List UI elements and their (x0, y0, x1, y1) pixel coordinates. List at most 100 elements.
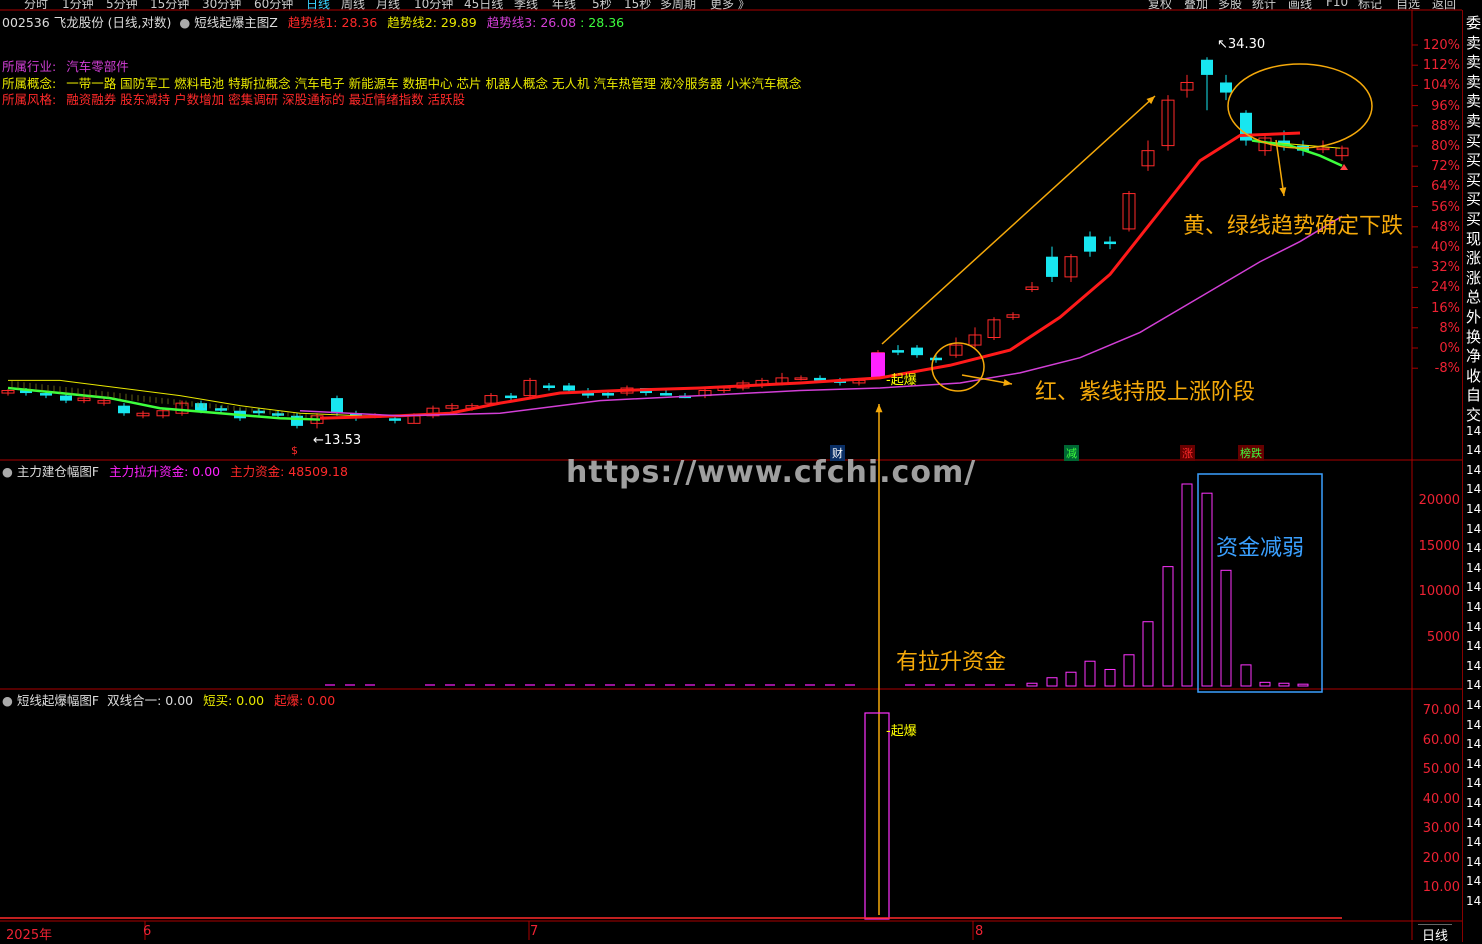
arrow-funds-head (875, 404, 883, 413)
sidebar-cell[interactable]: 涨 (1466, 247, 1481, 268)
sidebar-cell[interactable]: 涨 (1466, 267, 1481, 288)
panel2-axis-tick: 15000 (1418, 538, 1460, 554)
sidebar-cell[interactable]: 换 (1466, 326, 1481, 347)
sidebar-cell[interactable]: 委 (1466, 12, 1481, 33)
panel2-axis-tick: 5000 (1426, 629, 1460, 645)
fund-bar (1104, 668, 1116, 687)
marker-bang[interactable]: 榜跌 (1238, 445, 1264, 461)
arrow-rise (881, 95, 1156, 345)
price-axis-tick: 40% (1431, 240, 1460, 255)
panel3-axis-tick: 30.00 (1422, 821, 1460, 836)
candle-body-down (505, 395, 517, 399)
sidebar-cell[interactable]: 14 (1466, 678, 1481, 692)
sidebar-cell[interactable]: 14 (1466, 600, 1481, 614)
annotation-uptrend: 红、紫线持股上涨阶段 (1035, 380, 1256, 405)
sidebar-cell[interactable]: 14 (1466, 541, 1481, 555)
panel2-name[interactable]: 主力建仓幅图F (17, 464, 99, 479)
candle-body-down (543, 385, 555, 388)
sidebar-cell[interactable]: 买 (1466, 149, 1481, 170)
sidebar-cell[interactable]: 卖 (1466, 51, 1481, 72)
price-axis-tick: 80% (1431, 139, 1460, 154)
sidebar-cell[interactable]: 14 (1466, 718, 1481, 732)
sidebar-cell[interactable]: 14 (1466, 482, 1481, 496)
sidebar-cell[interactable]: 14 (1466, 620, 1481, 634)
sidebar-cell[interactable]: 外 (1466, 306, 1481, 327)
sidebar-cell[interactable]: 卖 (1466, 71, 1481, 92)
annotation-ellipse-top (1227, 63, 1373, 149)
candle-body-down (60, 395, 72, 401)
fund-bar (1181, 483, 1193, 687)
sidebar-cell[interactable]: 总 (1466, 286, 1481, 307)
panel2-header: ● 主力建仓幅图F 主力拉升资金: 0.00 主力资金: 48509.18 (2, 461, 348, 480)
burst-label-panel3-text: 起爆 (890, 724, 917, 739)
candle-body-down (1046, 256, 1058, 277)
sidebar-cell[interactable]: 14 (1466, 776, 1481, 790)
price-axis-tick: 104% (1422, 78, 1460, 94)
sidebar-cell[interactable]: 14 (1466, 855, 1481, 869)
annotation-weak-funds: 资金减弱 (1216, 536, 1305, 561)
candle-body-down (195, 403, 207, 411)
date-label-aug: 8 (975, 924, 984, 939)
fund-bar (1297, 683, 1309, 687)
sidebar-cell[interactable]: 14 (1466, 816, 1481, 830)
sidebar-cell[interactable]: 净 (1466, 345, 1481, 366)
sidebar-cell[interactable]: 14 (1466, 698, 1481, 712)
marker-s[interactable]: $ (289, 444, 300, 457)
panel3-value-c: 起爆: 0.00 (274, 693, 336, 708)
price-axis-tick: 96% (1431, 98, 1460, 114)
sidebar-cell[interactable]: 交 (1466, 404, 1481, 425)
sidebar-cell[interactable]: 14 (1466, 502, 1481, 516)
date-label-year: 2025年 (6, 928, 53, 943)
fund-bar (1084, 660, 1096, 687)
sidebar-cell[interactable]: 14 (1466, 639, 1481, 653)
marker-jian[interactable]: 减 (1064, 445, 1079, 461)
sidebar-cell[interactable]: 14 (1466, 443, 1481, 457)
sidebar-cell[interactable]: 卖 (1466, 32, 1481, 53)
sidebar-cell[interactable]: 卖 (1466, 90, 1481, 111)
panel2-axis-tick: 20000 (1418, 493, 1460, 508)
sidebar-cell[interactable]: 收 (1466, 365, 1481, 386)
candle-body-down (911, 347, 923, 356)
sidebar-cell[interactable]: 14 (1466, 757, 1481, 771)
price-axis-tick: 112% (1422, 58, 1460, 74)
sidebar-cell[interactable]: 14 (1466, 561, 1481, 575)
sidebar-cell[interactable]: 14 (1466, 874, 1481, 888)
price-axis-tick: 72% (1431, 159, 1460, 175)
sidebar-cell[interactable]: 现 (1466, 228, 1481, 249)
panel2-value-b: 主力资金: 48509.18 (230, 464, 348, 479)
period-bottom-tab[interactable]: 日线 (1418, 924, 1453, 944)
sidebar-cell[interactable]: 自 (1466, 384, 1481, 405)
sidebar-cell[interactable]: 卖 (1466, 110, 1481, 131)
fund-bar (1259, 681, 1271, 687)
sidebar-cell[interactable]: 14 (1466, 796, 1481, 810)
marker-zhang[interactable]: 涨 (1180, 445, 1195, 461)
sidebar-cell[interactable]: 买 (1466, 188, 1481, 209)
panel3-toggle-icon[interactable]: ● (2, 693, 13, 708)
sidebar-cell[interactable]: 买 (1466, 169, 1481, 190)
price-axis-tick: -8% (1434, 361, 1460, 377)
arrow-down-label (1275, 139, 1285, 197)
fund-bar (1065, 671, 1077, 687)
candle-body-down (1220, 82, 1232, 93)
sidebar-cell[interactable]: 买 (1466, 130, 1481, 151)
sidebar-cell[interactable]: 买 (1466, 208, 1481, 229)
sidebar-cell[interactable]: 14 (1466, 659, 1481, 673)
candle-body-down (389, 418, 401, 421)
panel2-toggle-icon[interactable]: ● (2, 464, 13, 479)
high-price-value: 34.30 (1227, 37, 1266, 52)
sidebar-cell[interactable]: 14 (1466, 424, 1481, 438)
sidebar-cell[interactable]: 14 (1466, 580, 1481, 594)
panel2-value-a: 主力拉升资金: 0.00 (109, 464, 221, 479)
candle-body-down (215, 408, 227, 411)
sidebar-cell[interactable]: 14 (1466, 835, 1481, 849)
burst-label-panel3: -起爆 (886, 724, 917, 739)
sidebar-cell[interactable]: 14 (1466, 522, 1481, 536)
date-label-jun: 6 (143, 924, 152, 939)
candle-body-down (1084, 236, 1096, 252)
sidebar-cell[interactable]: 14 (1466, 463, 1481, 477)
sidebar-cell[interactable]: 14 (1466, 737, 1481, 751)
fund-bar (1046, 677, 1058, 687)
annotation-funds: 有拉升资金 (896, 650, 1007, 675)
panel3-name[interactable]: 短线起爆幅图F (17, 693, 99, 708)
sidebar-cell[interactable]: 14 (1466, 894, 1481, 908)
